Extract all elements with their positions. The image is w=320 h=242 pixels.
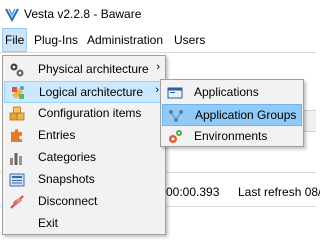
menu-item-disconnect[interactable]: Disconnect [4,191,164,213]
menu-item-label: Exit [38,216,59,230]
submenu-item-label: Applications [194,85,259,99]
menu-bar: File Plug-Ins Administration Users [0,28,316,52]
menu-file[interactable]: File [2,28,28,52]
boxes-icon [9,106,25,121]
menu-item-label: Logical architecture [39,85,144,99]
menu-item-physical-architecture[interactable]: Physical architecture › [4,59,164,81]
menu-item-label: Snapshots [38,172,95,186]
bar-chart-icon [10,153,22,165]
menu-item-categories[interactable]: Categories [4,147,164,169]
menu-item-label: Configuration items [38,106,142,120]
submenu-item-label: Application Groups [195,108,297,122]
menu-administration[interactable]: Administration [85,28,165,52]
logical-architecture-submenu: Applications Application Groups Environm… [160,79,304,147]
submenu-item-environments[interactable]: Environments [162,126,302,148]
menubar-divider [0,52,316,53]
title-bar: Vesta v2.2.8 - Baware [0,0,316,28]
application-group-icon [169,110,183,122]
submenu-arrow-icon: › [155,84,159,96]
elapsed-time: 00:00.393 [166,185,220,199]
disconnect-icon [10,195,24,209]
menu-item-exit[interactable]: Exit [4,213,164,235]
menu-plug-ins[interactable]: Plug-Ins [32,28,80,52]
menu-item-entries[interactable]: Entries [4,125,164,147]
snapshot-icon [9,173,25,187]
menu-item-label: Categories [38,150,97,164]
menu-item-snapshots[interactable]: Snapshots [4,169,164,191]
last-refresh: Last refresh 08/ [238,185,320,199]
menu-item-label: Physical architecture [38,62,149,76]
menu-item-label: Disconnect [38,194,98,208]
file-menu-dropdown: Physical architecture › Logical architec… [2,55,166,235]
submenu-item-application-groups[interactable]: Application Groups [162,104,302,126]
application-window-icon [167,87,183,99]
submenu-arrow-icon: › [156,61,160,73]
puzzle-icon [11,129,22,142]
gears-icon [10,63,24,77]
vesta-logo-icon [5,8,19,22]
menu-users[interactable]: Users [172,28,207,52]
submenu-item-label: Environments [194,129,268,143]
menu-item-label: Entries [38,128,76,142]
window-title: Vesta v2.2.8 - Baware [24,7,142,21]
environment-gear-icon [169,130,182,143]
palette-icon [12,86,24,99]
menu-item-logical-architecture[interactable]: Logical architecture › [4,81,164,103]
submenu-item-applications[interactable]: Applications [162,82,302,104]
menu-item-configuration-items[interactable]: Configuration items [4,103,164,125]
